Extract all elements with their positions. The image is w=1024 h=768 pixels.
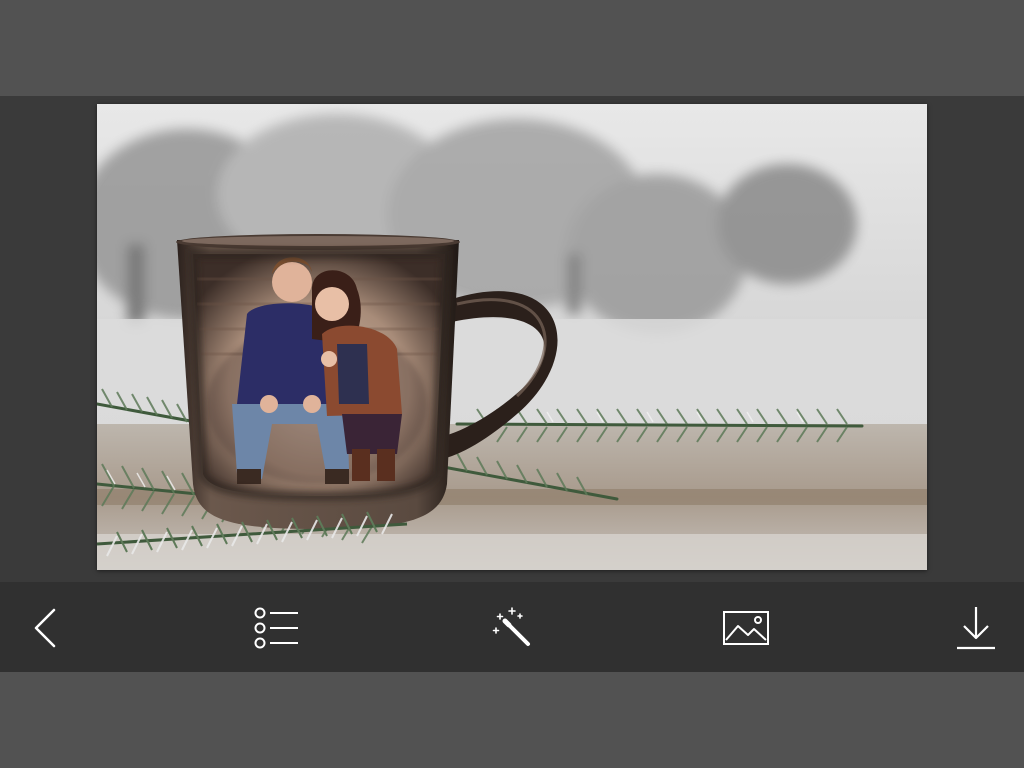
gallery-image-icon bbox=[723, 611, 769, 645]
editor-area bbox=[0, 96, 1024, 582]
photo-canvas[interactable] bbox=[97, 104, 927, 570]
top-bar bbox=[0, 0, 1024, 96]
framed-photo bbox=[97, 104, 927, 570]
bottom-toolbar bbox=[0, 582, 1024, 672]
download-button[interactable] bbox=[952, 604, 1000, 652]
frames-list-button[interactable] bbox=[252, 604, 300, 652]
frame-list-icon bbox=[254, 607, 298, 649]
gallery-button[interactable] bbox=[722, 604, 770, 652]
back-icon bbox=[34, 608, 56, 648]
magic-wand-icon bbox=[492, 607, 530, 646]
download-icon bbox=[957, 607, 995, 650]
effects-button[interactable] bbox=[488, 604, 536, 652]
back-button[interactable] bbox=[22, 604, 70, 652]
bottom-bar bbox=[0, 672, 1024, 768]
